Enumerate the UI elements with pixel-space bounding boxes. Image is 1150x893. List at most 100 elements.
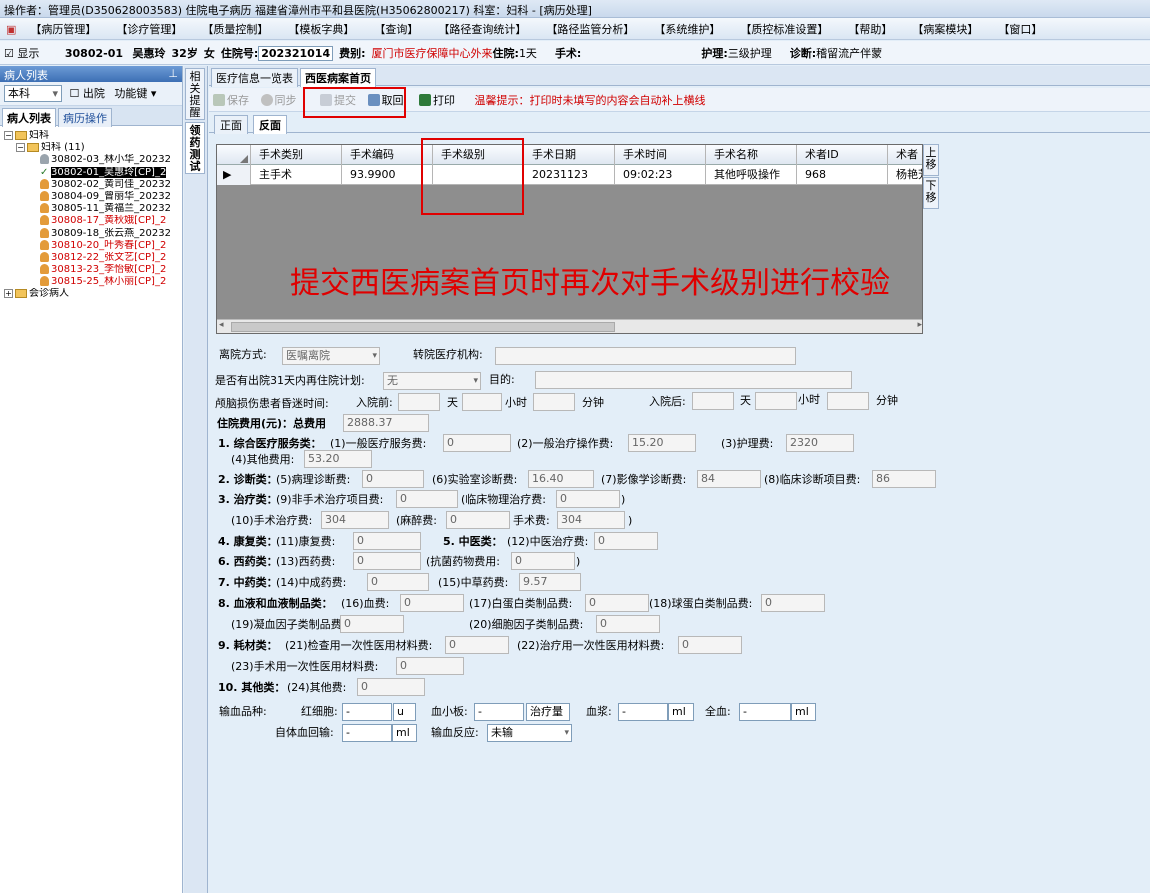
fee-13a-input[interactable]: 0 <box>511 552 575 570</box>
col-header-surgery-name[interactable]: 手术名称 <box>706 145 797 165</box>
fee-14-input[interactable]: 0 <box>367 573 429 591</box>
move-down-button[interactable]: 下移 <box>923 177 939 209</box>
tab-western-medical-record-front[interactable]: 西医病案首页 <box>300 68 376 87</box>
fee-1-input[interactable]: 0 <box>443 434 511 452</box>
cell-surgery-name[interactable]: 其他呼吸操作 <box>706 165 797 185</box>
coma-after-minutes[interactable] <box>827 392 869 410</box>
coma-after-days[interactable] <box>692 392 734 410</box>
tree-patient[interactable]: 30815-25_林小丽[CP]_2 <box>4 276 182 288</box>
app-menu-icon[interactable]: ▣ <box>0 20 20 39</box>
menu-item-system-maintenance[interactable]: 【系统维护】 <box>644 18 730 39</box>
coma-after-hours[interactable] <box>755 392 797 410</box>
move-up-button[interactable]: 上移 <box>923 144 939 176</box>
fee-23-input[interactable]: 0 <box>396 657 464 675</box>
tab-back-page[interactable]: 反面 <box>253 115 287 134</box>
fee-6-input[interactable]: 16.40 <box>528 470 594 488</box>
menu-item-help[interactable]: 【帮助】 <box>838 18 902 39</box>
fee-9a-input[interactable]: 0 <box>556 490 620 508</box>
col-header-surgery-category[interactable]: 手术类别 <box>251 145 342 165</box>
fee-7-input[interactable]: 84 <box>697 470 761 488</box>
tree-node-dept[interactable]: − 妇科 <box>4 130 182 142</box>
total-fee-input[interactable]: 2888.37 <box>343 414 429 432</box>
fee-2-input[interactable]: 15.20 <box>628 434 696 452</box>
menu-item-pathway-query-stats[interactable]: 【路径查询统计】 <box>428 18 536 39</box>
menu-item-qc-standards[interactable]: 【质控标准设置】 <box>730 18 838 39</box>
cell-surgeon[interactable]: 杨艳芳 <box>888 165 922 185</box>
col-header-surgery-code[interactable]: 手术编码 <box>342 145 433 165</box>
cell-surgery-category[interactable]: 主手术 <box>251 165 342 185</box>
tree-patient[interactable]: 30809-18_张云燕_20232 <box>4 227 182 240</box>
fee-17-input[interactable]: 0 <box>585 594 649 612</box>
coma-before-days[interactable] <box>398 393 440 411</box>
cell-surgery-date[interactable]: 20231123 <box>524 165 615 185</box>
tab-patient-list[interactable]: 病人列表 <box>2 108 56 127</box>
cell-surgeon-id[interactable]: 968 <box>797 165 888 185</box>
discharged-checkbox[interactable]: ☐ 出院 <box>70 87 105 100</box>
col-header-surgery-date[interactable]: 手术日期 <box>524 145 615 165</box>
fee-5-input[interactable]: 0 <box>362 470 424 488</box>
platelet-input[interactable]: - <box>474 703 524 721</box>
rbc-input[interactable]: - <box>342 703 392 721</box>
function-key-button[interactable]: 功能键 ▾ <box>114 87 156 100</box>
menu-item-record-management[interactable]: 【病历管理】 <box>20 18 106 39</box>
fee-18-input[interactable]: 0 <box>761 594 825 612</box>
tree-patient[interactable]: 30805-11_黄福兰_20232 <box>4 203 182 215</box>
menu-item-treatment-management[interactable]: 【诊疗管理】 <box>106 18 192 39</box>
fee-9-input[interactable]: 0 <box>396 490 458 508</box>
col-header-surgery-time[interactable]: 手术时间 <box>615 145 706 165</box>
dept-select[interactable]: 本科 ▾ <box>4 85 62 102</box>
whole-blood-input[interactable]: - <box>739 703 791 721</box>
tree-patient[interactable]: 30802-02_黄司佳_20232 <box>4 178 182 191</box>
tab-front-page[interactable]: 正面 <box>214 115 248 134</box>
fee-20-input[interactable]: 0 <box>596 615 660 633</box>
plasma-input[interactable]: - <box>618 703 668 721</box>
fee-15-input[interactable]: 9.57 <box>519 573 581 591</box>
cell-surgery-code[interactable]: 93.9900 <box>342 165 433 185</box>
tree-patient[interactable]: 30810-20_叶秀春[CP]_2 <box>4 239 182 252</box>
menu-item-medical-record-module[interactable]: 【病案模块】 <box>902 18 988 39</box>
tab-record-operations[interactable]: 病历操作 <box>58 108 112 127</box>
fee-19-input[interactable]: 0 <box>340 615 404 633</box>
fee-8-input[interactable]: 86 <box>872 470 936 488</box>
autologous-input[interactable]: - <box>342 724 392 742</box>
sync-button[interactable]: 同步 <box>260 92 297 108</box>
menu-item-quality-control[interactable]: 【质量控制】 <box>192 18 278 39</box>
tree-patient[interactable]: 30802-03_林小华_20232 <box>4 154 182 166</box>
collapse-icon[interactable]: − <box>4 130 13 140</box>
scrollbar-thumb[interactable] <box>231 322 615 332</box>
fee-16-input[interactable]: 0 <box>400 594 464 612</box>
fee-10-input[interactable]: 304 <box>321 511 389 529</box>
transfer-org-input[interactable] <box>495 347 796 365</box>
show-checkbox[interactable]: ☑ 显示 <box>4 47 45 60</box>
scroll-left-icon[interactable]: ◂ <box>219 320 224 330</box>
collapse-icon[interactable]: − <box>16 142 25 152</box>
fee-3-input[interactable]: 2320 <box>786 434 854 452</box>
fee-11-input[interactable]: 0 <box>353 532 421 550</box>
side-tab-drug-test[interactable]: 领药测试 <box>185 122 205 174</box>
tree-node-group[interactable]: − 妇科 (11) <box>4 142 182 154</box>
fee-10a-input[interactable]: 0 <box>446 511 510 529</box>
discharge-mode-select[interactable]: 医嘱离院 <box>282 347 380 365</box>
fee-10b-input[interactable]: 304 <box>557 511 625 529</box>
fee-21-input[interactable]: 0 <box>445 636 509 654</box>
coma-before-minutes[interactable] <box>533 393 575 411</box>
tree-patient[interactable]: 30812-22_张文艺[CP]_2 <box>4 251 182 264</box>
cell-surgery-time[interactable]: 09:02:23 <box>615 165 706 185</box>
tree-patient[interactable]: 30808-17_黄秋娥[CP]_2 <box>4 215 182 227</box>
fee-22-input[interactable]: 0 <box>678 636 742 654</box>
fee-12-input[interactable]: 0 <box>594 532 658 550</box>
side-tab-reminders[interactable]: 相关提醒 <box>185 68 205 120</box>
tab-medical-info-overview[interactable]: 医疗信息一览表 <box>211 68 298 87</box>
expand-icon[interactable]: + <box>4 288 13 298</box>
menu-item-window[interactable]: 【窗口】 <box>988 18 1052 39</box>
print-button[interactable]: 打印 <box>419 92 455 108</box>
tree-patient[interactable]: 30804-09_曾丽华_20232 <box>4 190 182 203</box>
scroll-right-icon[interactable]: ▸ <box>917 320 922 330</box>
purpose-input[interactable] <box>535 371 852 389</box>
fee-24-input[interactable]: 0 <box>357 678 425 696</box>
save-button[interactable]: 保存 <box>213 92 249 108</box>
fee-4-input[interactable]: 53.20 <box>304 450 372 468</box>
col-header-surgeon[interactable]: 术者 <box>888 145 922 165</box>
grid-horizontal-scrollbar[interactable]: ◂ ▸ <box>217 319 922 333</box>
tree-node-consult[interactable]: + 会诊病人 <box>4 288 182 300</box>
